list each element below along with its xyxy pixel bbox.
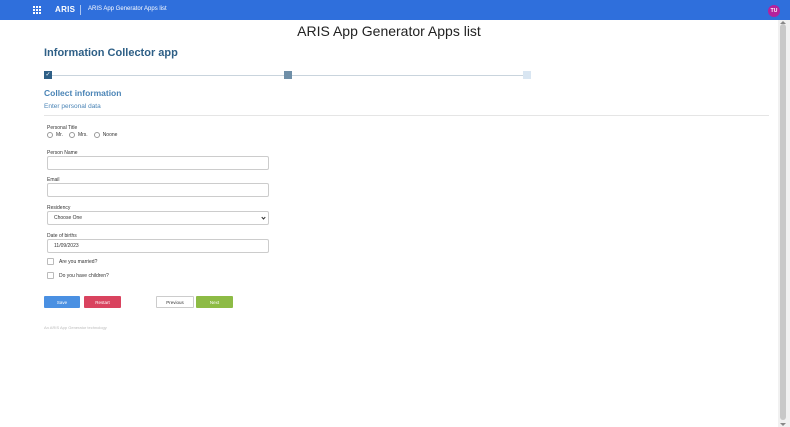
radio-circle-icon[interactable] — [68, 132, 75, 138]
personal-title-radio-group: Mr. Mrs. Noone — [47, 132, 123, 138]
step-3-upcoming[interactable] — [523, 71, 531, 79]
user-avatar[interactable]: TU — [768, 5, 780, 17]
radio-circle-icon[interactable] — [47, 132, 53, 138]
footer-note: An ARIS App Generator technology — [44, 325, 107, 330]
married-label: Are you married? — [59, 258, 98, 265]
vertical-scrollbar[interactable] — [778, 20, 790, 427]
app-title: Information Collector app — [44, 47, 178, 59]
section-title: Collect information — [44, 88, 122, 98]
section-divider — [44, 115, 769, 116]
radio-noone-label: Noone — [102, 132, 118, 138]
email-input[interactable] — [47, 183, 269, 197]
radio-mr-label: Mr. — [56, 132, 63, 138]
radio-mr[interactable]: Mr. — [47, 132, 63, 138]
date-of-births-input[interactable]: 11/09/2023 — [47, 239, 269, 253]
page-title: ARIS App Generator Apps list — [297, 23, 481, 39]
app-launcher-icon[interactable] — [33, 6, 41, 14]
personal-title-label: Personal Title — [47, 125, 78, 131]
main-content: ARIS App Generator Apps list Information… — [0, 20, 778, 427]
chevron-down-icon — [261, 215, 266, 220]
section-subtitle: Enter personal data — [44, 103, 101, 110]
brand-logo[interactable]: ARIS — [55, 5, 75, 14]
step-2-current[interactable] — [284, 71, 292, 79]
radio-noone[interactable]: Noone — [93, 132, 118, 138]
radio-circle-icon[interactable] — [93, 132, 100, 138]
check-icon: ✓ — [45, 72, 51, 78]
radio-mrs-label: Mrs. — [77, 132, 88, 138]
married-checkbox-row[interactable]: Are you married? — [47, 258, 97, 265]
scrollbar-thumb[interactable] — [780, 24, 786, 420]
children-checkbox-row[interactable]: Do you have children? — [47, 272, 109, 279]
children-checkbox[interactable] — [47, 272, 54, 279]
restart-button[interactable]: Restart — [84, 296, 121, 308]
residency-select[interactable]: Choose One — [47, 211, 269, 225]
save-button[interactable]: Save — [44, 296, 80, 308]
nav-title[interactable]: ARIS App Generator Apps list — [88, 6, 167, 12]
brand-separator — [80, 5, 81, 15]
residency-selected-value: Choose One — [54, 215, 83, 221]
previous-button[interactable]: Previous — [156, 296, 194, 308]
top-bar: ARIS ARIS App Generator Apps list TU — [0, 0, 790, 20]
married-checkbox[interactable] — [47, 258, 54, 265]
next-button[interactable]: Next — [196, 296, 233, 308]
children-label: Do you have children? — [59, 272, 109, 279]
step-1-completed[interactable]: ✓ — [44, 71, 52, 79]
radio-mrs[interactable]: Mrs. — [68, 132, 88, 138]
scroll-down-arrow-icon[interactable] — [780, 423, 786, 426]
person-name-input[interactable] — [47, 156, 269, 170]
